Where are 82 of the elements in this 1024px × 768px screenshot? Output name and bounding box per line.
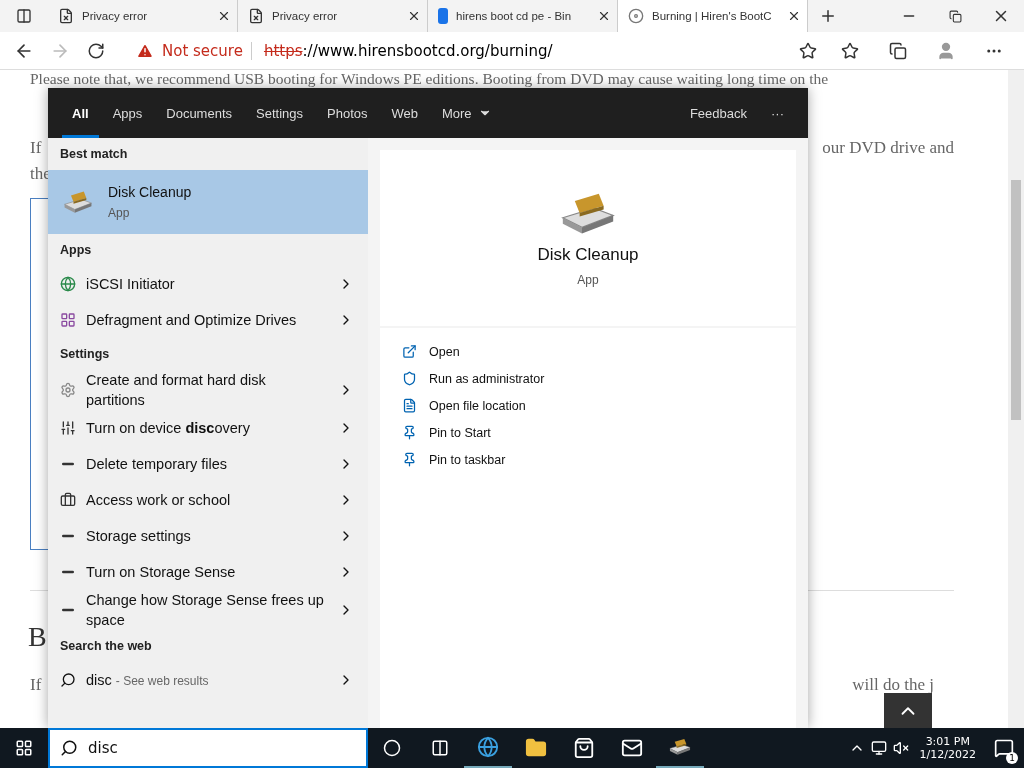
circle-icon[interactable] [383,739,401,757]
globe-icon [60,276,76,292]
section-header: Best match [59,146,129,163]
disk-cleanup-icon [62,189,94,215]
search-field[interactable]: disc [48,728,368,768]
scrollbar[interactable] [1008,70,1024,728]
action-item[interactable]: Open file location [402,398,774,413]
folder-icon[interactable] [525,737,547,759]
new-tab-icon[interactable] [819,7,837,25]
result-item[interactable]: disc - See web results [48,662,368,698]
refresh-icon[interactable] [87,41,105,60]
clock[interactable]: 3:01 PM 1/12/2022 [911,735,984,761]
app-type: App [577,273,599,287]
search-icon [60,739,78,757]
result-item[interactable]: Defragment and Optimize Drives [48,302,368,338]
filter-tab[interactable]: Documents [156,88,242,138]
close-icon[interactable] [787,9,801,23]
pin-icon [402,452,417,467]
shield-icon [402,371,417,386]
result-item[interactable]: iSCSI Initiator [48,266,368,302]
mail-icon[interactable] [621,737,643,759]
filter-tab[interactable]: More [432,88,502,138]
file-icon [402,398,417,413]
section-heading: B [28,621,47,654]
profile-icon[interactable] [936,40,956,61]
feedback-link[interactable]: Feedback [679,88,757,138]
filter-tab[interactable]: Settings [246,88,313,138]
gear-icon [60,382,76,398]
action-item[interactable]: Pin to taskbar [402,452,774,467]
pin-icon [402,425,417,440]
result-item[interactable]: Disk Cleanup App [48,170,368,234]
filter-tab[interactable]: Apps [102,88,153,138]
favorites-icon[interactable] [841,41,859,60]
app-title: Disk Cleanup [537,245,639,265]
disk-cleanup-icon [668,737,692,757]
action-item[interactable]: Open [402,344,774,359]
section-header: Settings [59,346,111,363]
url-text[interactable]: https://www.hirensbootcd.org/burning/ [250,41,553,60]
filter-tab[interactable]: Web [381,88,428,138]
result-item[interactable]: Create and format hard disk partitions [48,370,368,410]
paragraph-text: If [30,138,42,159]
section-header: Apps [59,242,93,259]
browser-icon[interactable] [477,736,499,758]
close-icon[interactable] [407,9,421,23]
task-view-icon[interactable] [431,739,449,757]
scroll-top-button[interactable] [884,693,932,728]
briefcase-icon [60,492,76,508]
open-icon [402,344,417,359]
store-icon[interactable] [573,737,595,759]
result-item[interactable]: Delete temporary files [48,446,368,482]
result-item[interactable]: Turn on Storage Sense [48,554,368,590]
close-icon[interactable] [217,9,231,23]
favorite-add-icon[interactable] [799,41,817,60]
security-label[interactable]: Not secure [162,41,243,60]
paragraph-text: If [30,675,42,696]
browser-tab[interactable]: Privacy error [238,0,428,32]
document-icon [58,8,74,24]
volume-icon[interactable] [892,740,909,756]
network-icon[interactable] [870,740,887,756]
restore-icon[interactable] [948,9,962,23]
section-header: Search the web [59,638,153,655]
result-item[interactable]: Storage settings [48,518,368,554]
search-icon [60,672,76,688]
tab-actions-icon[interactable] [16,8,32,24]
result-item[interactable]: Turn on device discovery [48,410,368,446]
document-icon [248,8,264,24]
collections-icon[interactable] [889,41,907,60]
browser-tab[interactable]: Privacy error [48,0,238,32]
more-button[interactable]: ··· [761,88,794,138]
start-icon[interactable] [15,739,33,757]
paragraph-text: our DVD drive and [822,138,954,159]
sliders-icon [60,420,76,436]
disc-icon [628,8,644,24]
action-item[interactable]: Pin to Start [402,425,774,440]
notification-badge: 1 [1006,752,1018,764]
close-icon[interactable] [597,9,611,23]
result-item[interactable]: Access work or school [48,482,368,518]
action-item[interactable]: Run as administrator [402,371,774,386]
result-item[interactable]: Change how Storage Sense frees up space [48,590,368,630]
filter-tab[interactable]: Photos [317,88,378,138]
paragraph-text: Please note that, we recommend USB booting for Windows PE editions. Booting from DVD may cause waiting long time on the [30,70,830,88]
browser-tab[interactable]: Burning | Hiren's BootC [618,0,808,32]
